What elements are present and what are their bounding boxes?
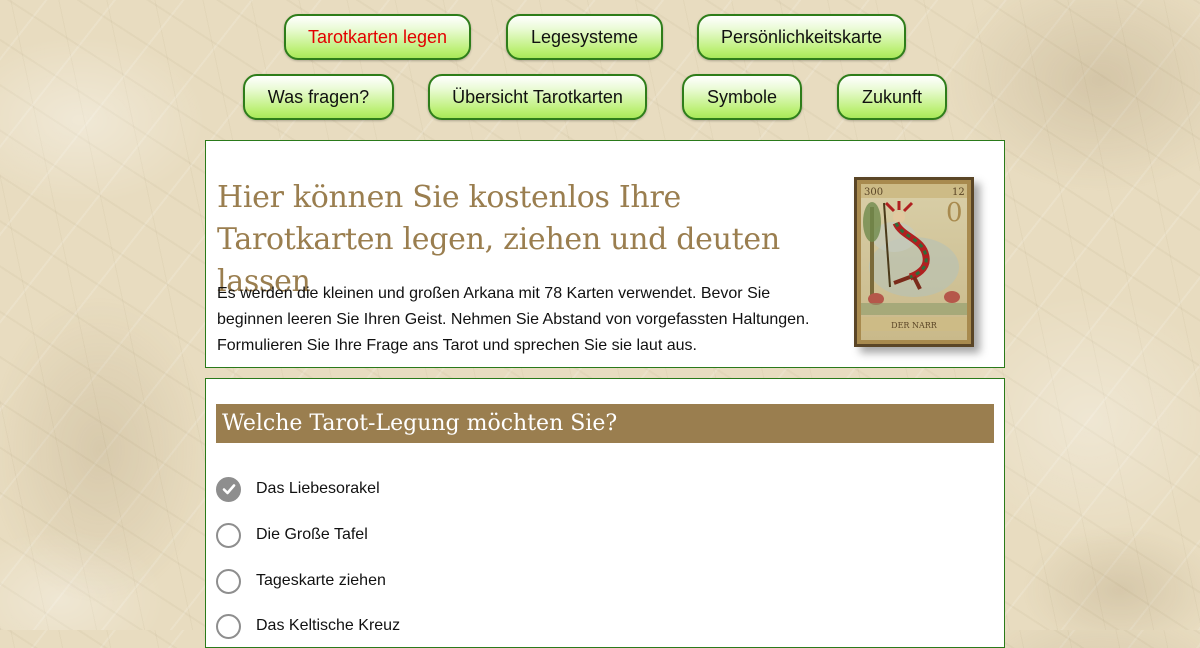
svg-text:12: 12 [952, 187, 965, 198]
nav-was-fragen[interactable]: Was fragen? [243, 74, 394, 120]
nav-symbole[interactable]: Symbole [682, 74, 802, 120]
spread-heading: Welche Tarot-Legung möchten Sie? [216, 404, 994, 443]
radio-icon[interactable] [216, 613, 241, 639]
spread-option-keltisches-kreuz[interactable]: Das Keltische Kreuz [216, 612, 400, 640]
intro-panel: Hier können Sie kostenlos Ihre Tarotkart… [205, 140, 1005, 368]
spread-choice-panel: Welche Tarot-Legung möchten Sie? Das Lie… [205, 378, 1005, 648]
card-name: DER NARR [891, 321, 938, 330]
radio-icon[interactable] [216, 568, 241, 594]
spread-option-label: Tageskarte ziehen [256, 572, 386, 589]
nav-legesysteme[interactable]: Legesysteme [506, 14, 663, 60]
nav-uebersicht-tarotkarten[interactable]: Übersicht Tarotkarten [428, 74, 647, 120]
radio-icon[interactable] [216, 522, 241, 548]
nav-zukunft[interactable]: Zukunft [837, 74, 947, 120]
spread-option-grosse-tafel[interactable]: Die Große Tafel [216, 521, 368, 549]
intro-paragraph: Es werden die kleinen und großen Arkana … [217, 285, 810, 354]
card-number: 0 [946, 198, 963, 228]
spread-option-tageskarte[interactable]: Tageskarte ziehen [216, 567, 386, 595]
spread-option-label: Das Liebesorakel [256, 480, 380, 497]
spread-option-liebesorakel[interactable]: Das Liebesorakel [216, 475, 380, 503]
spread-option-label: Das Keltische Kreuz [256, 617, 401, 634]
radio-checked-icon[interactable] [216, 476, 241, 502]
svg-text:300: 300 [864, 187, 883, 198]
spread-option-label: Die Große Tafel [256, 526, 368, 543]
nav-tarotkarten-legen[interactable]: Tarotkarten legen [284, 14, 471, 60]
tarot-card-fool-image: 300 12 0 DER NARR [854, 177, 974, 347]
nav-persoenlichkeitskarte[interactable]: Persönlichkeitskarte [697, 14, 906, 60]
